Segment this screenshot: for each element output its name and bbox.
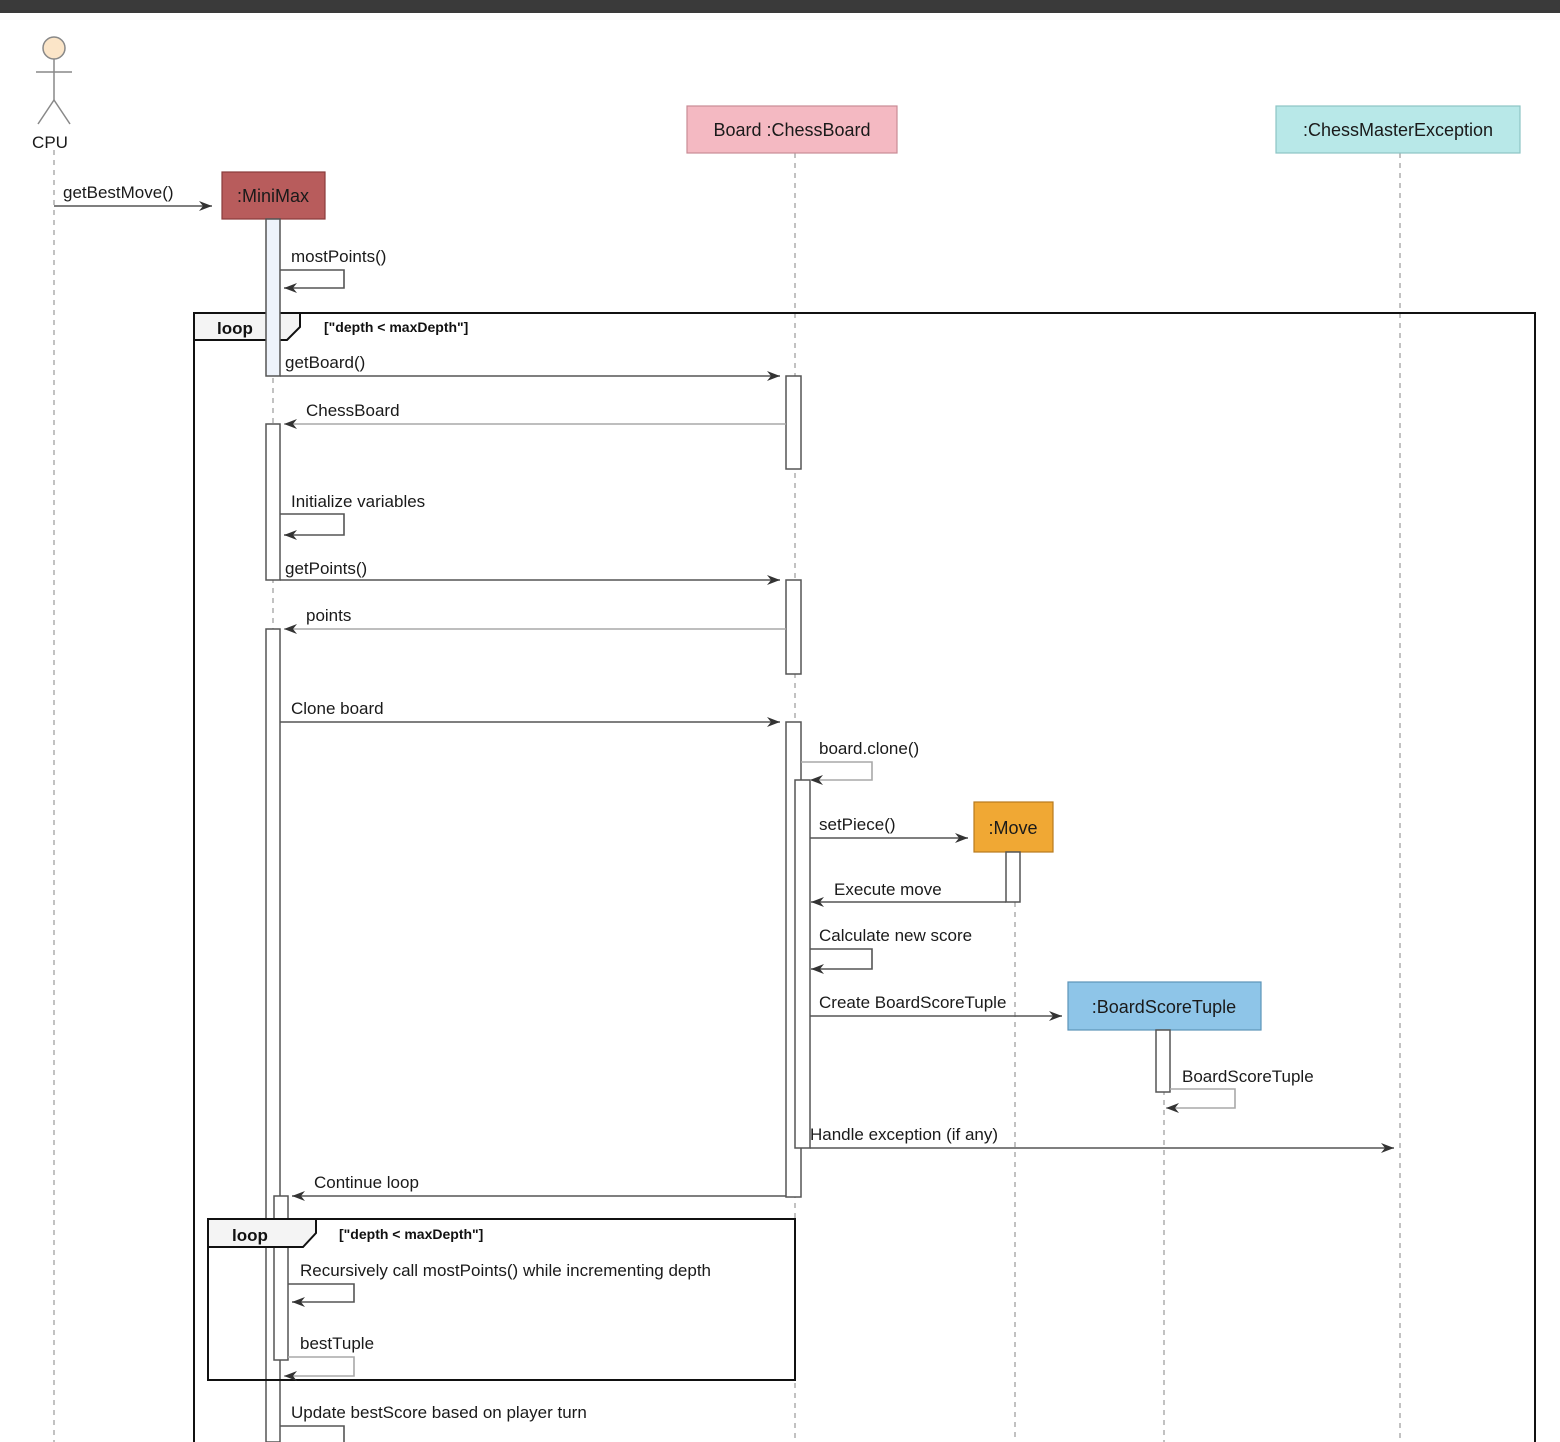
message-most-points[interactable]: mostPoints() <box>280 247 386 293</box>
diagram-canvas: CPU :MiniMax Board :ChessBoard :Move :Bo… <box>0 0 1560 1442</box>
message-label: Handle exception (if any) <box>810 1125 998 1144</box>
message-label: Continue loop <box>314 1173 419 1192</box>
message-label: mostPoints() <box>291 247 386 266</box>
message-best-tuple[interactable]: bestTuple <box>284 1334 374 1381</box>
minimax-participant-label: :MiniMax <box>237 186 309 206</box>
outer-loop-guard: ["depth < maxDepth"] <box>324 319 468 335</box>
message-handle-exception[interactable]: Handle exception (if any) <box>810 1125 1394 1153</box>
exception-participant-label: :ChessMasterException <box>1303 120 1493 140</box>
message-label: Execute move <box>834 880 942 899</box>
message-chess-board-return[interactable]: ChessBoard <box>284 401 786 429</box>
message-label: ChessBoard <box>306 401 400 420</box>
message-label: BoardScoreTuple <box>1182 1067 1314 1086</box>
message-label: getBoard() <box>285 353 365 372</box>
message-label: Recursively call mostPoints() while incr… <box>300 1261 711 1280</box>
message-execute-move[interactable]: Execute move <box>811 880 1006 907</box>
message-label: Create BoardScoreTuple <box>819 993 1006 1012</box>
tuple-participant-label: :BoardScoreTuple <box>1092 997 1236 1017</box>
message-label: Update bestScore based on player turn <box>291 1403 587 1422</box>
message-update-best-score[interactable]: Update bestScore based on player turn <box>280 1403 587 1442</box>
message-points-return[interactable]: points <box>284 606 786 634</box>
board-participant-label: Board :ChessBoard <box>713 120 870 140</box>
move-participant-label: :Move <box>988 818 1037 838</box>
board-activation <box>785 579 802 675</box>
message-calculate-score[interactable]: Calculate new score <box>810 926 972 974</box>
message-continue-loop[interactable]: Continue loop <box>292 1173 786 1201</box>
move-activation <box>1005 851 1021 903</box>
minimax-activation <box>265 423 281 581</box>
message-label: getPoints() <box>285 559 367 578</box>
message-clone-board[interactable]: Clone board <box>280 699 780 727</box>
message-recursive-call[interactable]: Recursively call mostPoints() while incr… <box>288 1261 711 1307</box>
outer-loop-operator: loop <box>217 319 253 338</box>
message-label: points <box>306 606 351 625</box>
message-tuple-self[interactable]: BoardScoreTuple <box>1166 1067 1314 1113</box>
message-get-best-move[interactable]: getBestMove() <box>54 183 212 211</box>
message-create-tuple[interactable]: Create BoardScoreTuple <box>810 993 1062 1021</box>
board-nested-activation <box>794 779 811 1149</box>
sequence-diagram: CPU :MiniMax Board :ChessBoard :Move :Bo… <box>32 36 1536 1442</box>
cpu-actor-icon <box>36 36 72 125</box>
message-label: setPiece() <box>819 815 896 834</box>
message-label: board.clone() <box>819 739 919 758</box>
inner-loop-operator: loop <box>232 1226 268 1245</box>
message-set-piece[interactable]: setPiece() <box>810 815 968 843</box>
message-board-clone[interactable]: board.clone() <box>801 739 919 785</box>
inner-loop-guard: ["depth < maxDepth"] <box>339 1226 483 1242</box>
tuple-activation <box>1155 1029 1171 1093</box>
board-activation <box>785 375 802 470</box>
minimax-activation <box>265 218 281 377</box>
message-label: getBestMove() <box>63 183 174 202</box>
message-label: Initialize variables <box>291 492 425 511</box>
message-initialize-variables[interactable]: Initialize variables <box>280 492 425 540</box>
message-get-board[interactable]: getBoard() <box>280 353 780 381</box>
message-label: Calculate new score <box>819 926 972 945</box>
cpu-actor-label: CPU <box>32 133 68 152</box>
message-label: Clone board <box>291 699 384 718</box>
message-get-points[interactable]: getPoints() <box>280 559 780 585</box>
message-label: bestTuple <box>300 1334 374 1353</box>
